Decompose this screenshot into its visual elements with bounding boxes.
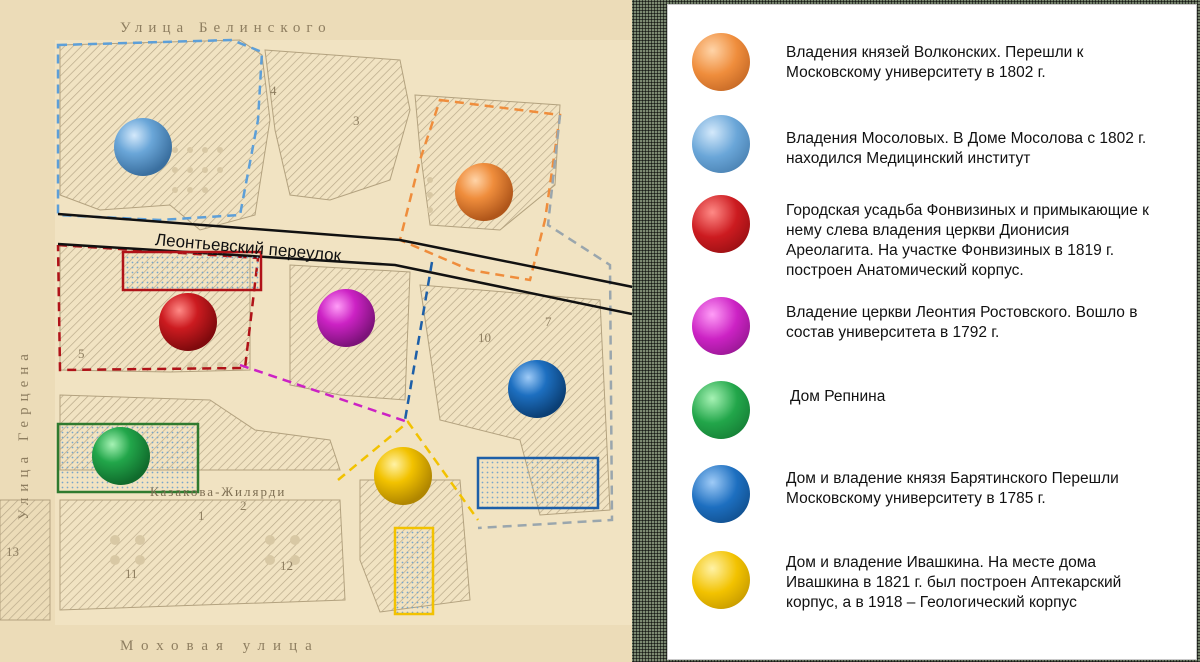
- plot-number: 2: [240, 498, 247, 513]
- marker-red[interactable]: [159, 293, 217, 351]
- marker-orange[interactable]: [455, 163, 513, 221]
- plot-number: 11: [125, 566, 138, 581]
- plot-number: 10: [478, 330, 491, 345]
- marker-blue[interactable]: [508, 360, 566, 418]
- orange-circle-icon: [692, 33, 750, 91]
- legend-panel: Владения князей Волконских. Перешли к Мо…: [667, 4, 1197, 660]
- blue-plot-rect: [476, 456, 600, 510]
- legend-text-green: Дом Репнина: [790, 388, 886, 405]
- marker-magenta[interactable]: [317, 289, 375, 347]
- marker-green[interactable]: [92, 427, 150, 485]
- street-bottom-label: Моховая улица: [120, 638, 320, 654]
- map-drawing: Улица Белинского Улица Герцена Моховая у…: [0, 0, 632, 662]
- magenta-circle-icon: [692, 297, 750, 355]
- legend-text-yellow: Дом и владение Ивашкина. На месте дома И…: [786, 554, 1122, 611]
- plot-number: 3: [353, 113, 360, 128]
- legend-text-orange: Владения князей Волконских. Перешли к Мо…: [786, 44, 1084, 81]
- red-plot-rect: [121, 250, 263, 292]
- red-circle-icon: [692, 195, 750, 253]
- legend-text-red: Городская усадьба Фонвизиных и примыкающ…: [786, 202, 1149, 279]
- street-left-label: Улица Герцена: [16, 348, 32, 520]
- plot-number: 7: [545, 314, 552, 329]
- plot-number: 4: [270, 83, 277, 98]
- plot-number: 12: [280, 558, 293, 573]
- yellow-circle-icon: [692, 551, 750, 609]
- legend-text-blue: Дом и владение князя Барятинского Перешл…: [786, 470, 1119, 507]
- marker-yellow[interactable]: [374, 447, 432, 505]
- plot-number: 13: [6, 544, 19, 559]
- plot-number: 1: [198, 508, 205, 523]
- yellow-plot-rect: [393, 526, 435, 616]
- light-blue-circle-icon: [692, 115, 750, 173]
- legend-text-light-blue: Владения Мосоловых. В Доме Мосолова с 18…: [786, 130, 1147, 167]
- green-circle-icon: [692, 381, 750, 439]
- marker-light-blue[interactable]: [114, 118, 172, 176]
- historical-map: Улица Белинского Улица Герцена Моховая у…: [0, 0, 632, 662]
- building-name-label: Казакова-Жилярди: [150, 484, 286, 499]
- plot-number: 5: [78, 346, 85, 361]
- blue-circle-icon: [692, 465, 750, 523]
- legend-text-magenta: Владение церкви Леонтия Ростовского. Вош…: [786, 304, 1138, 341]
- street-top-label: Улица Белинского: [120, 20, 332, 36]
